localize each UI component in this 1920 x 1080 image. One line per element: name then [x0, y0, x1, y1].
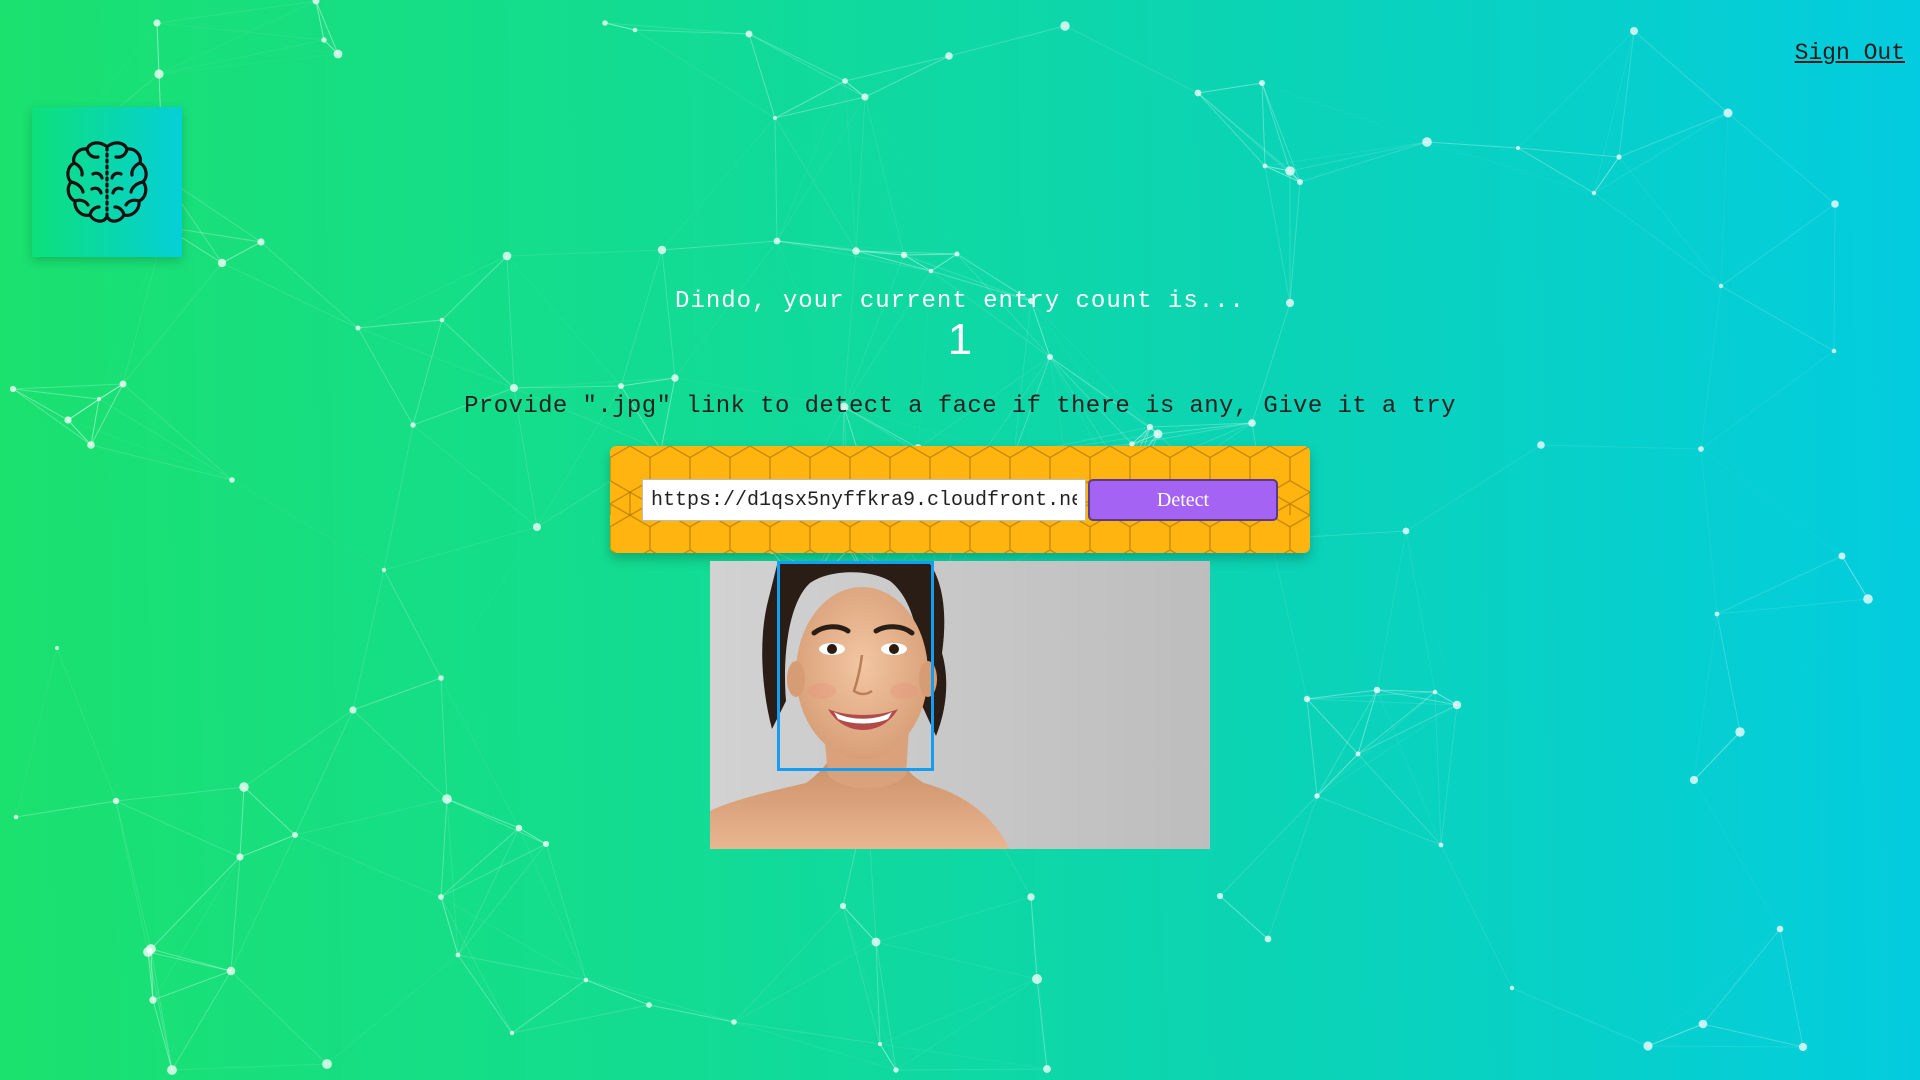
brain-icon — [66, 141, 148, 223]
logo — [32, 107, 182, 257]
instruction-text: Provide ".jpg" link to detect a face if … — [464, 393, 1456, 420]
image-link-form: Detect — [610, 446, 1310, 553]
entry-count-message: Dindo, your current entry count is... — [675, 288, 1245, 315]
image-url-input[interactable] — [642, 479, 1086, 521]
sign-out-link[interactable]: Sign Out — [1795, 40, 1905, 66]
detection-result — [710, 561, 1210, 849]
detect-button[interactable]: Detect — [1088, 479, 1278, 521]
entry-count-value: 1 — [947, 315, 973, 364]
face-bounding-box — [777, 561, 934, 771]
